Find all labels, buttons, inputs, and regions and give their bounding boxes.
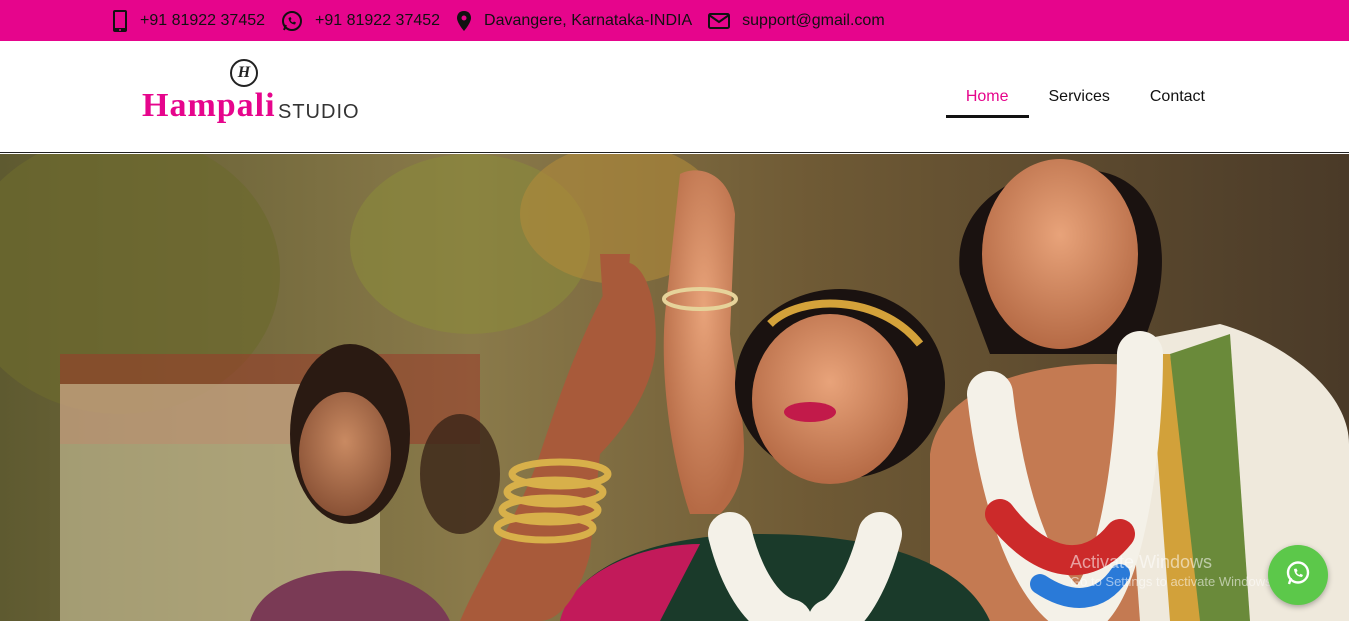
phone-contact[interactable]: +91 81922 37452	[112, 9, 265, 33]
watermark-subtitle: Go to Settings to activate Windows.	[1070, 574, 1276, 589]
whatsapp-number[interactable]: +91 81922 37452	[315, 12, 440, 30]
watermark-title: Activate Windows	[1070, 552, 1213, 572]
phone-icon	[112, 9, 128, 33]
email-address[interactable]: support@gmail.com	[742, 12, 885, 30]
whatsapp-contact[interactable]: +91 81922 37452	[281, 10, 440, 32]
nav-item-services[interactable]: Services	[1029, 41, 1130, 153]
logo-sub-text: STUDIO	[278, 101, 360, 123]
nav-home-label: Home	[965, 88, 1009, 105]
logo-emblem: H	[230, 59, 258, 87]
whatsapp-icon	[281, 10, 303, 32]
whatsapp-chat-button[interactable]	[1268, 545, 1328, 605]
whatsapp-chat-icon	[1285, 560, 1311, 591]
nav-item-contact[interactable]: Contact	[1130, 41, 1225, 153]
location-contact: Davangere, Karnataka-INDIA	[456, 10, 692, 32]
location-text: Davangere, Karnataka-INDIA	[484, 11, 693, 29]
brand-logo[interactable]: H Hampali STUDIO	[142, 59, 372, 131]
phone-number[interactable]: +91 81922 37452	[140, 12, 265, 30]
hero-banner-image	[0, 154, 1349, 621]
main-nav: Home Services Contact	[945, 41, 1225, 153]
nav-services-label: Services	[1048, 88, 1110, 105]
nav-item-home[interactable]: Home	[945, 41, 1029, 153]
map-marker-icon	[456, 10, 472, 32]
site-header: H Hampali STUDIO Home Services Contact	[0, 41, 1349, 153]
nav-contact-label: Contact	[1149, 88, 1205, 105]
top-contact-bar: +91 81922 37452 +91 81922 37452 Davanger…	[0, 0, 1349, 41]
logo-main-text: Hampali	[142, 87, 276, 124]
windows-activation-watermark: Activate Windows Go to Settings to activ…	[1070, 552, 1275, 592]
envelope-icon	[708, 12, 731, 29]
email-contact[interactable]: support@gmail.com	[708, 12, 885, 30]
